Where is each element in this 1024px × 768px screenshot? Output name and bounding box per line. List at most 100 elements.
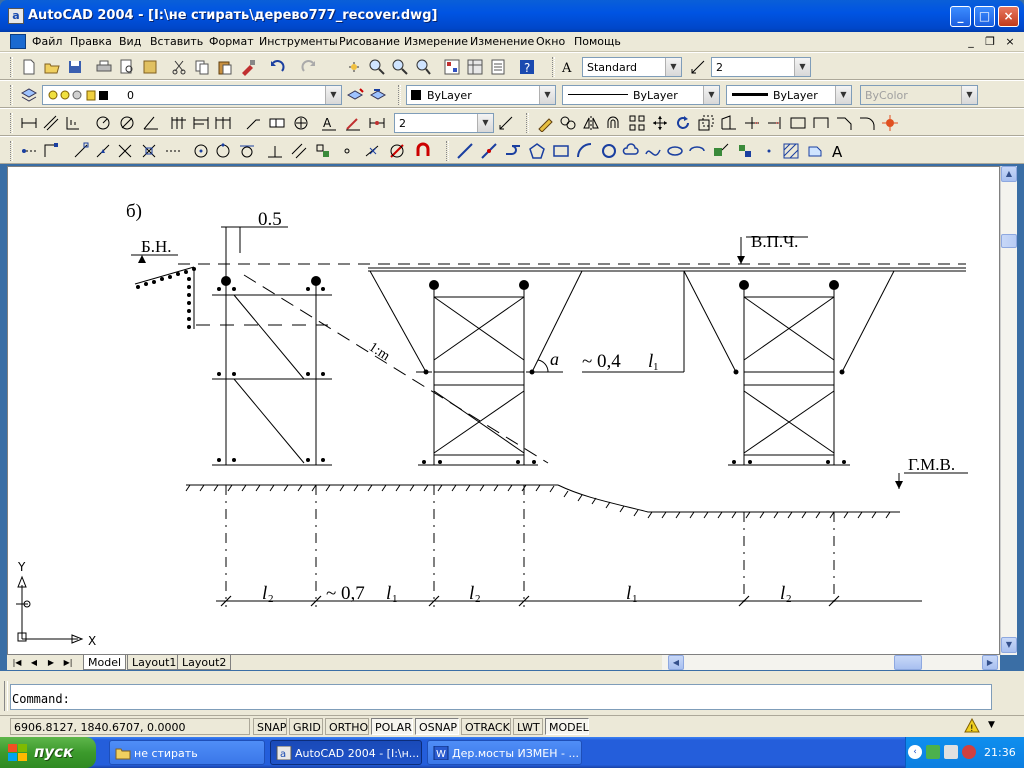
toolbar-grip[interactable] (398, 85, 401, 105)
chevron-down-icon[interactable]: ▼ (703, 86, 719, 104)
aligned-dimension-icon[interactable] (42, 114, 60, 132)
quick-leader-icon[interactable] (244, 114, 262, 132)
menu-help[interactable]: Помощь (574, 35, 621, 48)
zoom-previous-icon[interactable] (414, 58, 432, 76)
menu-window[interactable]: Окно (536, 35, 565, 48)
snap-apparent-intersection-icon[interactable] (140, 142, 158, 160)
task-word-document[interactable]: W Дер.мосты ИЗМЕН - ... (427, 740, 582, 765)
tolerance-icon[interactable] (268, 114, 286, 132)
help-icon[interactable]: ? (518, 58, 536, 76)
start-button[interactable]: пуск (0, 737, 96, 768)
snap-center-icon[interactable] (192, 142, 210, 160)
otrack-toggle[interactable]: OTRACK (461, 718, 511, 735)
insert-block-icon[interactable] (712, 142, 730, 160)
toolbar-grip[interactable] (10, 113, 13, 133)
lineweight-select[interactable]: ByLayer ▼ (726, 85, 852, 105)
snap-extension-icon[interactable] (164, 142, 182, 160)
circle-icon[interactable] (600, 142, 618, 160)
publish-icon[interactable] (141, 58, 159, 76)
baseline-dimension-icon[interactable] (192, 114, 210, 132)
tab-model[interactable]: Model (83, 655, 127, 670)
network-icon[interactable] (926, 745, 940, 759)
make-block-icon[interactable] (736, 142, 754, 160)
line-icon[interactable] (456, 142, 474, 160)
new-icon[interactable] (20, 58, 38, 76)
copy-object-icon[interactable] (559, 114, 577, 132)
horizontal-scrollbar[interactable]: ◀ ▶ (662, 655, 1000, 670)
vertical-scrollbar[interactable]: ▲ ▼ (1000, 166, 1017, 655)
scroll-right-icon[interactable]: ▶ (982, 655, 998, 670)
print-icon[interactable] (95, 58, 113, 76)
text-style-icon[interactable]: A (560, 58, 578, 76)
zoom-window-icon[interactable] (391, 58, 409, 76)
dimension-style-icon[interactable] (689, 58, 707, 76)
trim-icon[interactable] (743, 114, 761, 132)
menu-edit[interactable]: Правка (70, 35, 112, 48)
layer-previous-icon[interactable] (369, 86, 387, 104)
task-folder-ne-stirat[interactable]: не стирать (109, 740, 265, 765)
lwt-toggle[interactable]: LWT (513, 718, 543, 735)
snap-intersection-icon[interactable] (116, 142, 134, 160)
autocad-app-icon[interactable]: a (8, 8, 24, 24)
open-icon[interactable] (43, 58, 61, 76)
make-layer-current-icon[interactable] (346, 86, 364, 104)
osnap-toggle[interactable]: OSNAP (415, 718, 459, 735)
close-button[interactable]: × (998, 6, 1019, 27)
scroll-thumb[interactable] (1001, 234, 1017, 248)
next-tab-icon[interactable]: ▶ (44, 656, 58, 669)
toolbar-grip[interactable] (552, 57, 555, 77)
snap-from-icon[interactable] (42, 142, 60, 160)
keyboard-layout-icon[interactable] (944, 745, 958, 759)
scroll-down-icon[interactable]: ▼ (1001, 637, 1017, 653)
command-grip[interactable] (4, 681, 8, 711)
antivirus-icon[interactable] (962, 745, 976, 759)
scroll-left-icon[interactable]: ◀ (668, 655, 684, 670)
linetype-select[interactable]: ByLayer ▼ (562, 85, 720, 105)
center-mark-icon[interactable] (292, 114, 310, 132)
chevron-down-icon[interactable]: ▼ (539, 86, 555, 104)
save-icon[interactable] (66, 58, 84, 76)
chevron-down-icon[interactable]: ▼ (794, 58, 810, 76)
redo-icon[interactable] (300, 58, 318, 76)
dimension-edit-icon[interactable]: A (320, 114, 338, 132)
menu-file[interactable]: Файл (32, 35, 62, 48)
ellipse-icon[interactable] (666, 142, 684, 160)
scale-icon[interactable] (697, 114, 715, 132)
polyline-icon[interactable] (504, 142, 522, 160)
polar-toggle[interactable]: POLAR (371, 718, 413, 735)
plot-preview-icon[interactable] (118, 58, 136, 76)
spline-icon[interactable] (644, 142, 662, 160)
menu-tools[interactable]: Инструменты (259, 35, 338, 48)
lightbulb-icon[interactable] (47, 89, 111, 104)
dim-style-select[interactable]: 2 ▼ (394, 113, 494, 133)
break-at-point-icon[interactable] (789, 114, 807, 132)
doc-minimize-button[interactable]: _ (963, 35, 979, 49)
snap-toggle[interactable]: SNAP (253, 718, 287, 735)
dimension-text-edit-icon[interactable] (344, 114, 362, 132)
chevron-down-icon[interactable]: ▼ (665, 58, 681, 76)
toolbar-grip[interactable] (10, 141, 13, 161)
prev-tab-icon[interactable]: ◀ (27, 656, 41, 669)
snap-perpendicular-icon[interactable] (266, 142, 284, 160)
hatch-icon[interactable] (782, 142, 800, 160)
coordinate-readout[interactable]: 6906.8127, 1840.6707, 0.0000 (10, 718, 250, 735)
radius-dimension-icon[interactable] (94, 114, 112, 132)
fillet-icon[interactable] (858, 114, 876, 132)
point-icon[interactable] (760, 142, 778, 160)
maximize-button[interactable]: □ (974, 6, 995, 27)
angular-dimension-icon[interactable] (142, 114, 160, 132)
window-titlebar[interactable]: a AutoCAD 2004 - [I:\не стирать\дерево77… (0, 0, 1024, 32)
properties-icon[interactable] (443, 58, 461, 76)
show-hidden-icons-icon[interactable]: ‹ (908, 745, 922, 759)
toolbar-grip[interactable] (446, 141, 449, 161)
offset-icon[interactable] (605, 114, 623, 132)
pan-realtime-icon[interactable] (345, 58, 363, 76)
tool-palettes-icon[interactable] (489, 58, 507, 76)
construction-line-icon[interactable] (480, 142, 498, 160)
menu-modify[interactable]: Изменение (470, 35, 534, 48)
snap-tangent-icon[interactable] (238, 142, 256, 160)
first-tab-icon[interactable]: |◀ (10, 656, 24, 669)
command-prompt[interactable]: Command: (12, 692, 70, 706)
document-icon[interactable] (10, 34, 26, 49)
menu-view[interactable]: Вид (119, 35, 141, 48)
